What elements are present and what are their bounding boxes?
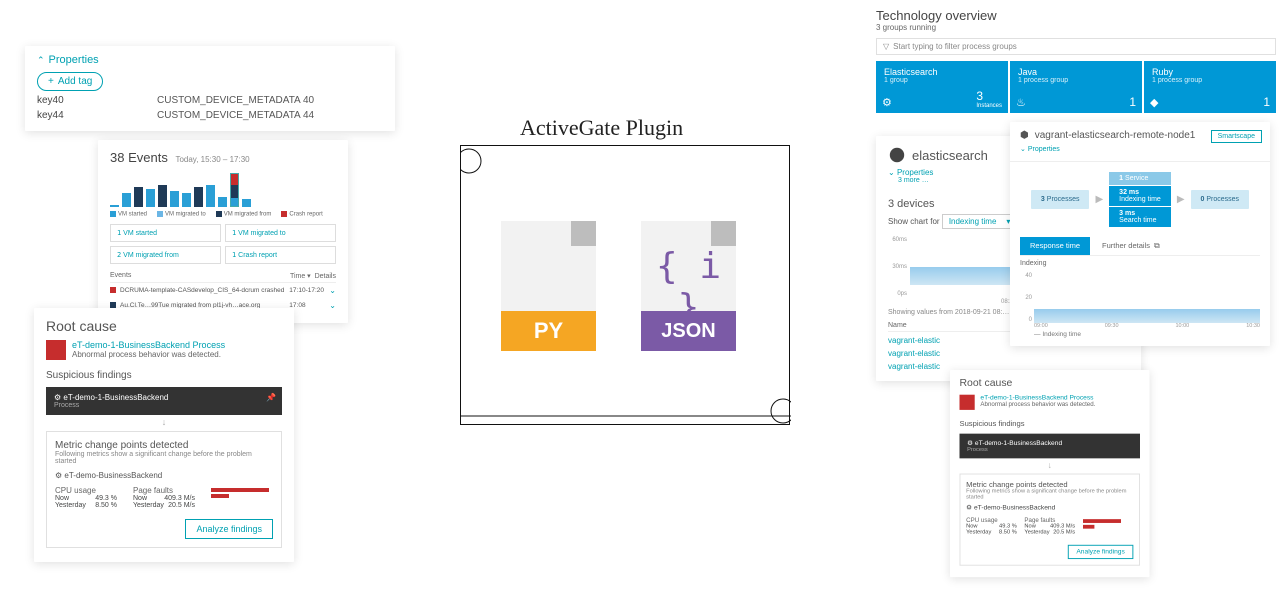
process-link[interactable]: eT-demo-1-BusinessBackend Process [72,340,225,350]
rootcause-title: Root cause [46,318,282,334]
ruby-icon: ◆ [1150,96,1158,109]
technology-overview: Technology overview 3 groups running ▽ S… [876,8,1276,113]
cluster-icon: ⬢ [1020,130,1029,141]
java-icon: ♨ [1016,96,1026,109]
python-file-icon: PY [501,221,596,351]
smartscape-button[interactable]: Smartscape [1211,130,1262,143]
events-bar-chart [110,171,336,207]
event-count-box[interactable]: 1 VM started [110,224,221,242]
page-title: Technology overview [876,8,1276,23]
property-row: key40 CUSTOM_DEVICE_METADATA 40 [37,95,383,106]
chevron-down-icon[interactable]: ⌄ [329,301,336,310]
event-row[interactable]: DCRUMA-template-CASdevelop_CIS_64-dcrum … [110,283,336,298]
chevron-down-icon[interactable]: ⌄ [329,286,336,295]
tab-response-time[interactable]: Response time [1020,237,1090,255]
rootcause-panel: Root cause eT-demo-1-BusinessBackend Pro… [34,308,294,562]
property-row: key44 CUSTOM_DEVICE_METADATA 44 [37,110,383,121]
device-link[interactable]: vagrant-elastic [888,345,1129,358]
filter-input[interactable]: ▽ Start typing to filter process groups [876,38,1276,55]
tab-further-details[interactable]: Further details⧉ [1092,237,1170,255]
properties-toggle[interactable]: ⌄ Properties [1020,145,1260,153]
alert-icon [960,395,975,410]
json-file-icon: { i } JSON [641,221,736,351]
external-icon: ⧉ [1154,241,1160,250]
event-count-box[interactable]: 2 VM migrated from [110,246,221,264]
analyze-findings-button[interactable]: Analyze findings [185,519,273,539]
rootcause-panel-right: Root cause eT-demo-1-BusinessBackend Pro… [950,370,1150,577]
pin-icon: 📌 [266,393,276,402]
tech-tile-java[interactable]: Java1 process group ♨ 1 [1010,61,1142,113]
gear-icon: ⚙ [882,96,892,109]
process-tile[interactable]: ⚙ eT-demo-1-BusinessBackend Process 📌 [46,387,282,415]
scroll-container: PY { i } JSON [460,145,790,425]
chart-legend: VM started VM migrated to VM migrated fr… [110,211,336,218]
service-flow: 3 Processes ▶ 1 Service 32 msIndexing ti… [1020,172,1260,227]
event-count-box[interactable]: 1 Crash report [225,246,336,264]
chart-metric-dropdown[interactable]: Indexing time [942,214,1016,229]
add-tag-button[interactable]: + Add tag [37,72,103,91]
analyze-findings-button[interactable]: Analyze findings [1068,545,1134,559]
process-link[interactable]: eT-demo-1-BusinessBackend Process [980,395,1095,402]
events-title: 38 Events Today, 15:30 – 17:30 [110,150,336,165]
tech-tile-ruby[interactable]: Ruby1 process group ◆ 1 [1144,61,1276,113]
elasticsearch-icon [888,146,906,164]
vagrant-node-panel: ⬢ vagrant-elasticsearch-remote-node1 Sma… [1010,122,1270,346]
properties-toggle[interactable]: Properties [37,54,383,66]
properties-panel: Properties + Add tag key40 CUSTOM_DEVICE… [25,46,395,131]
filter-icon: ▽ [883,42,889,51]
events-panel: 38 Events Today, 15:30 – 17:30 VM starte… [98,140,348,323]
activegate-title: ActiveGate Plugin [520,115,683,141]
plus-icon: + [48,76,54,87]
line-chart [1034,273,1260,323]
event-count-box[interactable]: 1 VM migrated to [225,224,336,242]
alert-icon [46,340,66,360]
tech-tile-elasticsearch[interactable]: Elasticsearch1 group ⚙ 3Instances [876,61,1008,113]
